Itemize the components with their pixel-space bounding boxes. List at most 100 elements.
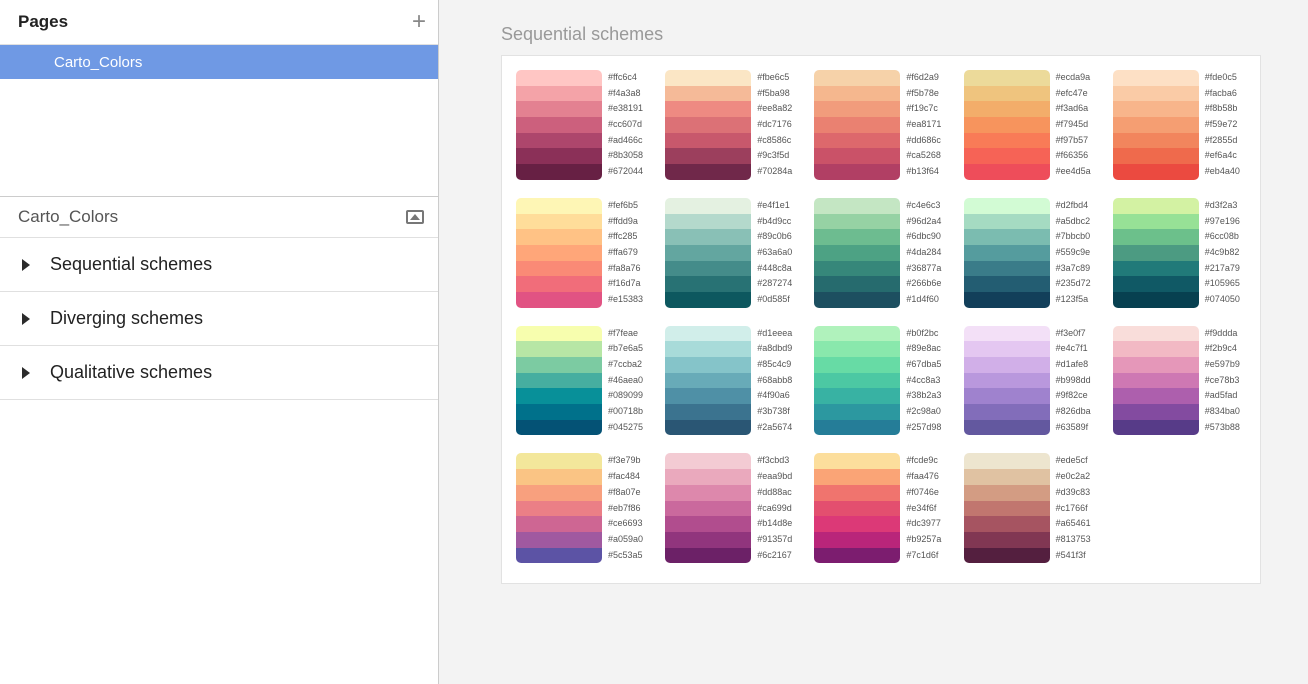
swatch: [964, 245, 1050, 261]
hex-label: #559c9e: [1056, 245, 1091, 261]
page-list: Carto_Colors: [0, 45, 438, 79]
hex-label: #faa476: [906, 469, 941, 485]
swatch: [516, 164, 602, 180]
hex-labels: #ede5cf#e0c2a2#d39c83#c1766f#a65461#8137…: [1056, 453, 1091, 563]
swatch: [516, 341, 602, 357]
hex-labels: #fbe6c5#f5ba98#ee8a82#dc7176#c8586c#9c3f…: [757, 70, 792, 180]
swatch-stack: [665, 326, 751, 436]
hex-label: #e0c2a2: [1056, 469, 1091, 485]
color-scheme[interactable]: #ede5cf#e0c2a2#d39c83#c1766f#a65461#8137…: [964, 453, 1097, 563]
artboard-icon[interactable]: [406, 210, 424, 224]
swatch: [665, 261, 751, 277]
swatch: [1113, 148, 1199, 164]
layer-item[interactable]: Sequential schemes: [0, 238, 438, 292]
color-scheme[interactable]: #d2fbd4#a5dbc2#7bbcb0#559c9e#3a7c89#235d…: [964, 198, 1097, 308]
hex-label: #573b88: [1205, 420, 1240, 436]
color-scheme[interactable]: #b0f2bc#89e8ac#67dba5#4cc8a3#38b2a3#2c98…: [814, 326, 947, 436]
swatch: [665, 86, 751, 102]
hex-label: #ad466c: [608, 133, 643, 149]
hex-label: #3b738f: [757, 404, 792, 420]
swatch: [1113, 261, 1199, 277]
color-scheme[interactable]: #d3f2a3#97e196#6cc08b#4c9b82#217a79#1059…: [1113, 198, 1246, 308]
hex-label: #ef6a4c: [1205, 148, 1240, 164]
hex-label: #b13f64: [906, 164, 941, 180]
hex-label: #c1766f: [1056, 501, 1091, 517]
color-scheme[interactable]: #f3e79b#fac484#f8a07e#eb7f86#ce6693#a059…: [516, 453, 649, 563]
hex-label: #287274: [757, 276, 792, 292]
swatch: [1113, 101, 1199, 117]
color-scheme[interactable]: #f7feae#b7e6a5#7ccba2#46aea0#089099#0071…: [516, 326, 649, 436]
swatch: [516, 548, 602, 564]
swatch: [964, 261, 1050, 277]
swatch: [516, 469, 602, 485]
layer-item[interactable]: Qualitative schemes: [0, 346, 438, 400]
hex-label: #9f82ce: [1056, 388, 1091, 404]
hex-label: #fac484: [608, 469, 643, 485]
canvas[interactable]: Sequential schemes #ffc6c4#f4a3a8#e38191…: [439, 0, 1308, 684]
swatch: [814, 373, 900, 389]
add-page-button[interactable]: +: [412, 10, 426, 34]
color-scheme[interactable]: #f9ddda#f2b9c4#e597b9#ce78b3#ad5fad#834b…: [1113, 326, 1246, 436]
swatch: [1113, 214, 1199, 230]
hex-label: #eb4a40: [1205, 164, 1240, 180]
swatch: [665, 373, 751, 389]
swatch-stack: [814, 453, 900, 563]
layer-label: Sequential schemes: [50, 254, 212, 275]
hex-label: #123f5a: [1056, 292, 1091, 308]
hex-label: #fbe6c5: [757, 70, 792, 86]
hex-label: #eb7f86: [608, 501, 643, 517]
hex-labels: #d2fbd4#a5dbc2#7bbcb0#559c9e#3a7c89#235d…: [1056, 198, 1091, 308]
swatch: [814, 404, 900, 420]
swatch: [964, 485, 1050, 501]
swatch: [814, 148, 900, 164]
swatch: [814, 292, 900, 308]
swatch: [665, 485, 751, 501]
swatch: [665, 198, 751, 214]
swatch: [1113, 404, 1199, 420]
swatch: [516, 133, 602, 149]
color-scheme[interactable]: #e4f1e1#b4d9cc#89c0b6#63a6a0#448c8a#2872…: [665, 198, 798, 308]
layer-item[interactable]: Diverging schemes: [0, 292, 438, 346]
color-scheme[interactable]: #f6d2a9#f5b78e#f19c7c#ea8171#dd686c#ca52…: [814, 70, 947, 180]
color-scheme[interactable]: #fef6b5#ffdd9a#ffc285#ffa679#fa8a76#f16d…: [516, 198, 649, 308]
hex-label: #105965: [1205, 276, 1240, 292]
swatch: [964, 532, 1050, 548]
color-scheme[interactable]: #fbe6c5#f5ba98#ee8a82#dc7176#c8586c#9c3f…: [665, 70, 798, 180]
hex-label: #ad5fad: [1205, 388, 1240, 404]
color-scheme[interactable]: #ffc6c4#f4a3a8#e38191#cc607d#ad466c#8b30…: [516, 70, 649, 180]
hex-label: #d39c83: [1056, 485, 1091, 501]
swatch: [964, 453, 1050, 469]
hex-label: #b7e6a5: [608, 341, 643, 357]
hex-label: #e597b9: [1205, 357, 1240, 373]
color-scheme[interactable]: #fde0c5#facba6#f8b58b#f59e72#f2855d#ef6a…: [1113, 70, 1246, 180]
color-scheme[interactable]: #ecda9a#efc47e#f3ad6a#f7945d#f97b57#f663…: [964, 70, 1097, 180]
hex-label: #f8a07e: [608, 485, 643, 501]
hex-labels: #f6d2a9#f5b78e#f19c7c#ea8171#dd686c#ca52…: [906, 70, 941, 180]
hex-label: #b4d9cc: [757, 214, 792, 230]
hex-label: #91357d: [757, 532, 792, 548]
color-scheme[interactable]: #f3e0f7#e4c7f1#d1afe8#b998dd#9f82ce#826d…: [964, 326, 1097, 436]
swatch: [665, 501, 751, 517]
hex-label: #d1afe8: [1056, 357, 1091, 373]
hex-label: #fde0c5: [1205, 70, 1240, 86]
hex-label: #f7945d: [1056, 117, 1091, 133]
swatch: [516, 229, 602, 245]
palette-card[interactable]: #ffc6c4#f4a3a8#e38191#cc607d#ad466c#8b30…: [501, 55, 1261, 584]
color-scheme[interactable]: #f3cbd3#eaa9bd#dd88ac#ca699d#b14d8e#9135…: [665, 453, 798, 563]
color-scheme[interactable]: #c4e6c3#96d2a4#6dbc90#4da284#36877a#266b…: [814, 198, 947, 308]
hex-labels: #f7feae#b7e6a5#7ccba2#46aea0#089099#0071…: [608, 326, 643, 436]
swatch: [516, 117, 602, 133]
pages-title: Pages: [18, 12, 68, 32]
swatch-stack: [516, 198, 602, 308]
swatch: [516, 261, 602, 277]
hex-label: #fef6b5: [608, 198, 643, 214]
color-scheme[interactable]: #fcde9c#faa476#f0746e#e34f6f#dc3977#b925…: [814, 453, 947, 563]
swatch: [964, 357, 1050, 373]
hex-labels: #ffc6c4#f4a3a8#e38191#cc607d#ad466c#8b30…: [608, 70, 643, 180]
hex-label: #ce78b3: [1205, 373, 1240, 389]
page-item[interactable]: Carto_Colors: [0, 45, 438, 79]
color-scheme[interactable]: #d1eeea#a8dbd9#85c4c9#68abb8#4f90a6#3b73…: [665, 326, 798, 436]
hex-label: #ffc6c4: [608, 70, 643, 86]
swatch: [516, 485, 602, 501]
hex-label: #46aea0: [608, 373, 643, 389]
